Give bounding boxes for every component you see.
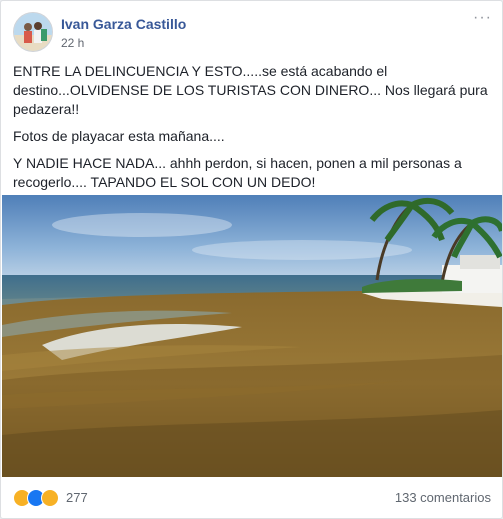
wow-reaction-icon [41,489,59,507]
comment-count-link[interactable]: 133 comentarios [395,490,491,505]
avatar-image [14,13,52,51]
post-photo[interactable] [2,195,502,477]
reaction-count[interactable]: 277 [66,490,88,505]
author-name[interactable]: Ivan Garza Castillo [61,16,186,32]
post-card: Ivan Garza Castillo 22 h ··· ENTRE LA DE… [0,0,503,519]
post-paragraph: Fotos de playacar esta mañana.... [13,128,225,144]
post-paragraph: Y NADIE HACE NADA... ahhh perdon, si hac… [13,155,462,190]
beach-seaweed-photo [2,195,502,477]
post-paragraph: ENTRE LA DELINCUENCIA Y ESTO.....se está… [13,63,488,117]
ellipsis-icon[interactable]: ··· [473,9,492,27]
post-timestamp[interactable]: 22 h [61,36,84,50]
post-text: ENTRE LA DELINCUENCIA Y ESTO.....se está… [13,62,491,200]
author-avatar[interactable] [13,12,53,52]
post-footer: 277 133 comentarios [13,486,491,510]
